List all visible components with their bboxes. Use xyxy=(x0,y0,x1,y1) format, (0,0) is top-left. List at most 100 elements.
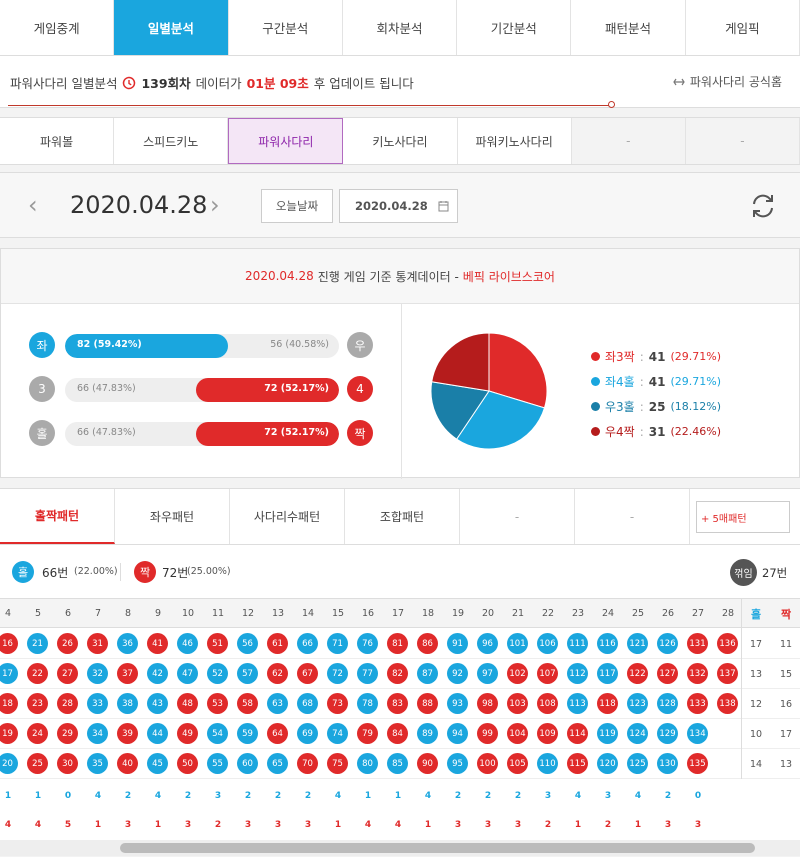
pattern-tab-2[interactable]: 좌우패턴 xyxy=(115,489,230,544)
result-ball: 133 xyxy=(687,693,708,714)
stat-left-badge: 3 xyxy=(29,376,55,402)
progress-line xyxy=(8,105,613,106)
legend-percent: (29.71%) xyxy=(670,375,721,388)
tab-5[interactable]: 기간분석 xyxy=(457,0,572,55)
odd-count-cell: 1 xyxy=(394,791,402,801)
pattern-tab-6[interactable]: - xyxy=(575,489,690,544)
result-ball: 138 xyxy=(717,693,738,714)
stat-right-badge: 짝 xyxy=(347,420,373,446)
pattern-tab-3[interactable]: 사다리수패턴 xyxy=(230,489,345,544)
legend-name: 우3홀 xyxy=(605,400,635,414)
game-tab-6[interactable]: - xyxy=(571,118,686,164)
refresh-icon[interactable] xyxy=(748,191,778,221)
result-ball: 63 xyxy=(267,693,288,714)
pattern-tab-5[interactable]: - xyxy=(460,489,575,544)
result-ball: 73 xyxy=(327,693,348,714)
tab-3[interactable]: 구간분석 xyxy=(229,0,343,55)
result-ball: 111 xyxy=(567,633,588,654)
result-ball: 67 xyxy=(297,663,318,684)
result-ball: 137 xyxy=(717,663,738,684)
even-count-cell: 4 xyxy=(364,820,372,830)
result-ball: 96 xyxy=(477,633,498,654)
odd-count-cell: 1 xyxy=(34,791,42,801)
odd-count-cell: 4 xyxy=(424,791,432,801)
stat-bar: 66 (47.83%) 72 (52.17%) xyxy=(65,378,339,402)
tab-6[interactable]: 패턴분석 xyxy=(571,0,686,55)
tab-1[interactable]: 게임중계 xyxy=(0,0,115,55)
pattern-section: 홀짝패턴 좌우패턴 사다리수패턴 조합패턴 - - + 5매패턴 홀 66번 (22.00… xyxy=(0,488,800,856)
result-ball: 99 xyxy=(477,723,498,744)
odd-count-cell: 3 xyxy=(544,791,552,801)
result-ball: 126 xyxy=(657,633,678,654)
legend-value: 31 xyxy=(648,424,666,439)
stat-row: 3 66 (47.83%) 72 (52.17%) 4 xyxy=(29,376,375,404)
result-ball: 64 xyxy=(267,723,288,744)
result-ball: 84 xyxy=(387,723,408,744)
game-tab-1[interactable]: 파워볼 xyxy=(0,118,115,164)
pie-slice-4 xyxy=(431,332,490,392)
pattern-summary: 홀 66번 (22.00%) 짝 72번 (25.00%) 꺾임 27번 xyxy=(0,545,800,599)
tab-7[interactable]: 게임픽 xyxy=(686,0,800,55)
next-date-icon[interactable]: › xyxy=(210,191,220,219)
countdown: 01분 09초 xyxy=(246,76,309,91)
grid-row-line xyxy=(0,748,800,749)
result-ball: 113 xyxy=(567,693,588,714)
result-ball: 39 xyxy=(117,723,138,744)
pattern-tab-1[interactable]: 홀짝패턴 xyxy=(0,489,115,544)
result-ball: 29 xyxy=(57,723,78,744)
tab-4[interactable]: 회차분석 xyxy=(343,0,458,55)
result-ball: 134 xyxy=(687,723,708,744)
game-tab-2[interactable]: 스피드키노 xyxy=(114,118,229,164)
column-header: 18 xyxy=(421,608,435,619)
column-header: 25 xyxy=(631,608,645,619)
result-ball: 62 xyxy=(267,663,288,684)
grid-row-line xyxy=(0,658,800,659)
stats-date: 2020.04.28 xyxy=(245,269,314,283)
result-ball: 61 xyxy=(267,633,288,654)
date-picker[interactable]: 2020.04.28 xyxy=(339,189,458,223)
official-link[interactable]: 파워사다리 공식홈 xyxy=(672,73,782,90)
result-ball: 50 xyxy=(177,753,198,774)
column-header: 11 xyxy=(211,608,225,619)
game-tab-4[interactable]: 키노사다리 xyxy=(343,118,458,164)
column-header: 15 xyxy=(331,608,345,619)
result-ball: 26 xyxy=(57,633,78,654)
turn-count: 27번 xyxy=(762,566,788,580)
pie-chart xyxy=(430,332,548,450)
result-ball: 132 xyxy=(687,663,708,684)
result-ball: 23 xyxy=(27,693,48,714)
pattern-tab-4[interactable]: 조합패턴 xyxy=(345,489,460,544)
result-ball: 89 xyxy=(417,723,438,744)
stat-left-badge: 좌 xyxy=(29,332,55,358)
stat-right-value: 72 (52.17%) xyxy=(264,383,329,394)
result-ball: 21 xyxy=(27,633,48,654)
even-count-cell: 3 xyxy=(244,820,252,830)
result-ball: 68 xyxy=(297,693,318,714)
five-pattern-button[interactable]: + 5매패턴 xyxy=(696,501,790,533)
result-ball: 131 xyxy=(687,633,708,654)
result-ball: 92 xyxy=(447,663,468,684)
game-tab-3[interactable]: 파워사다리 xyxy=(228,118,344,164)
column-header: 8 xyxy=(124,608,132,619)
tab-2[interactable]: 일별분석 xyxy=(114,0,229,55)
grid-row-line xyxy=(0,718,800,719)
result-ball: 86 xyxy=(417,633,438,654)
horizontal-scrollbar[interactable] xyxy=(0,840,800,856)
game-tab-7[interactable]: - xyxy=(685,118,800,164)
result-ball: 36 xyxy=(117,633,138,654)
even-count-cell: 4 xyxy=(34,820,42,830)
result-ball: 66 xyxy=(297,633,318,654)
game-tab-5[interactable]: 파워키노사다리 xyxy=(458,118,572,164)
result-ball: 94 xyxy=(447,723,468,744)
legend-sep: : xyxy=(639,349,644,364)
result-ball: 79 xyxy=(357,723,378,744)
result-ball: 22 xyxy=(27,663,48,684)
even-count-cell: 2 xyxy=(604,820,612,830)
legend-swatch xyxy=(591,402,600,411)
prev-date-icon[interactable]: ‹ xyxy=(28,191,38,219)
scrollbar-thumb[interactable] xyxy=(120,843,755,853)
today-button[interactable]: 오늘날짜 xyxy=(261,189,333,223)
odd-count-cell: 2 xyxy=(244,791,252,801)
result-ball: 97 xyxy=(477,663,498,684)
stat-right-value: 56 (40.58%) xyxy=(270,339,329,350)
